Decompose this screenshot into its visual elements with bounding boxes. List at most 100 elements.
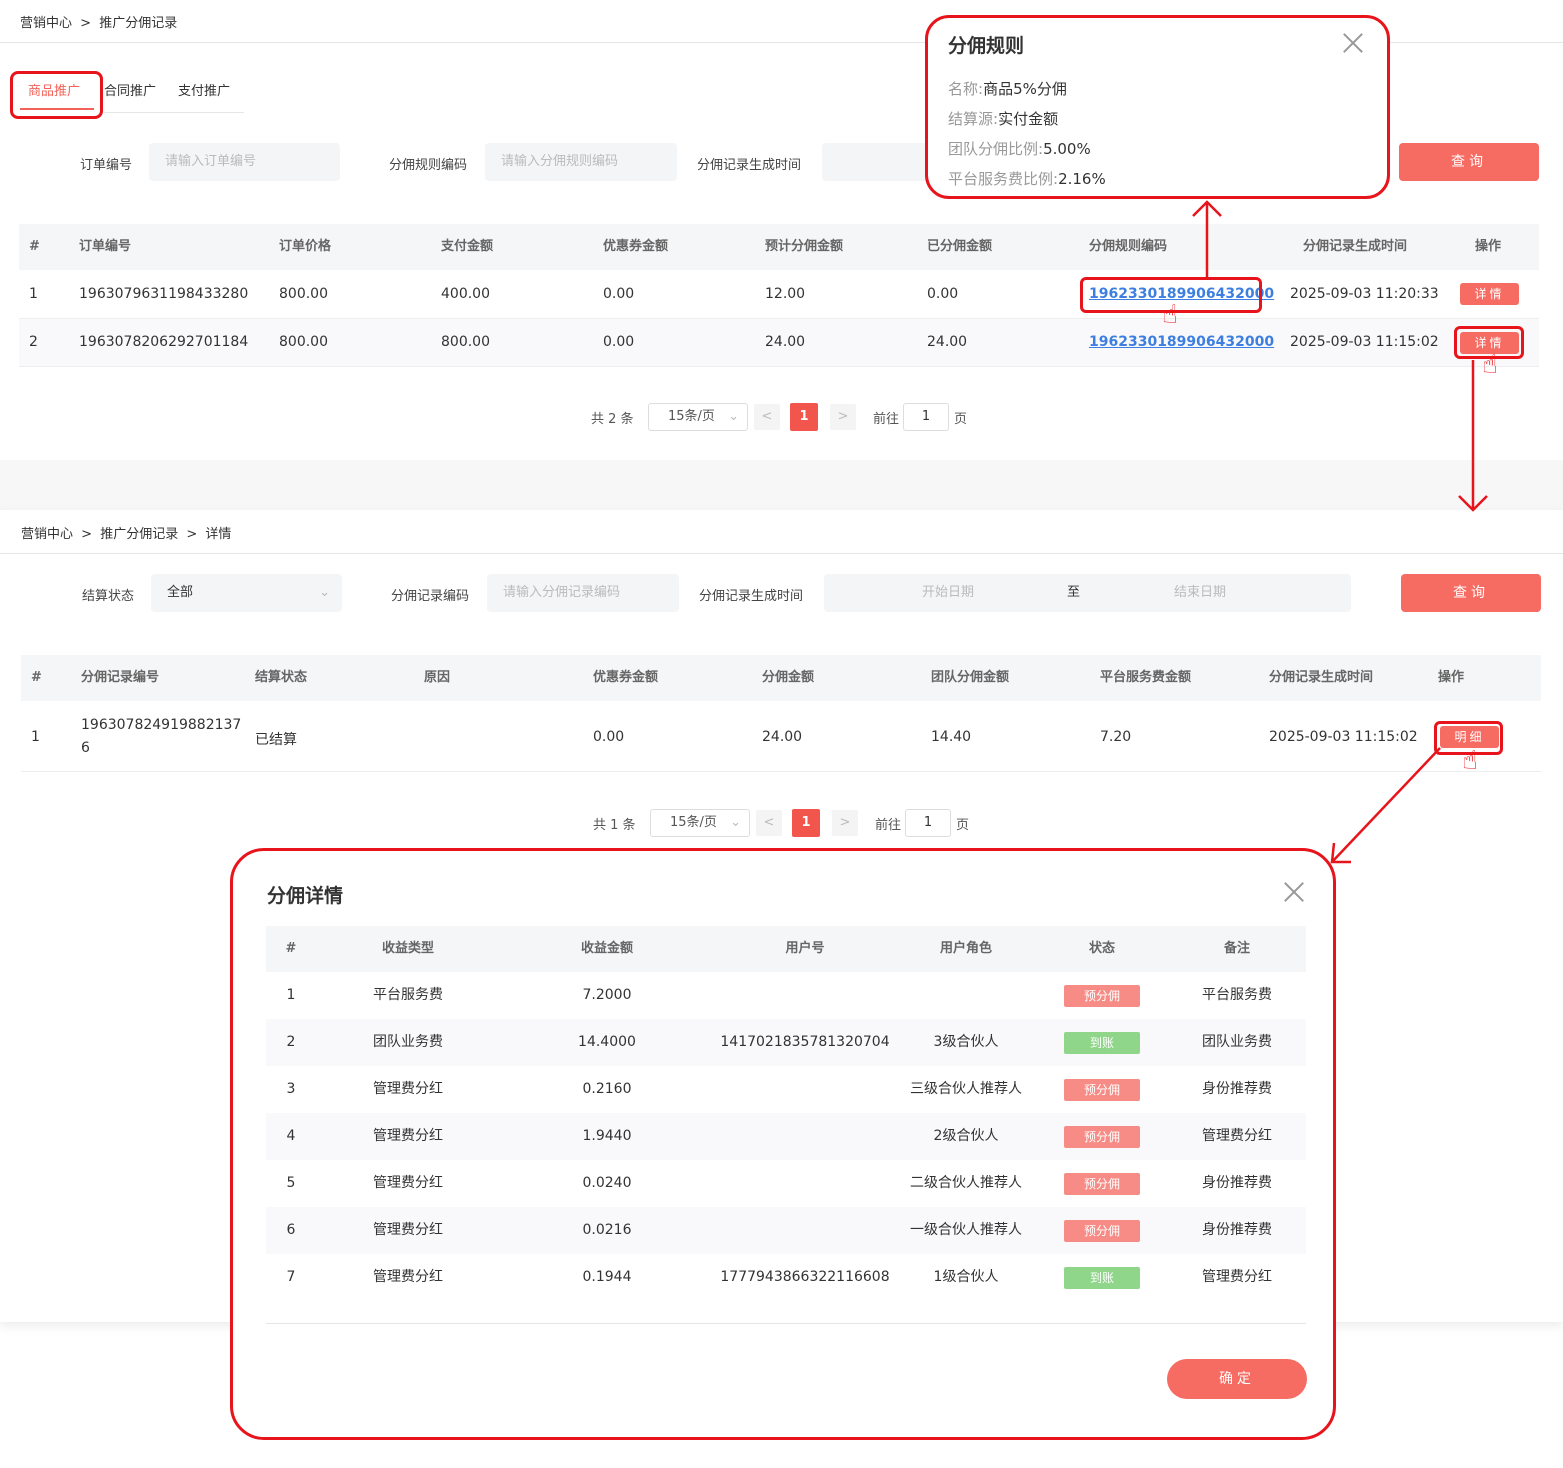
cell-paid-amount: 400.00 — [441, 286, 490, 302]
pointer-hand-icon: ☝ — [1162, 300, 1178, 330]
col-status: 状态 — [1088, 941, 1115, 956]
cell-index: 4 — [286, 1128, 296, 1144]
cell-team: 14.40 — [931, 729, 972, 745]
time-range-input[interactable] — [822, 143, 932, 181]
order-no-label: 订单编号 — [80, 158, 133, 173]
date-range-input[interactable]: 开始日期 至 结束日期 — [824, 574, 1351, 612]
detail-button[interactable]: 详情 — [1460, 283, 1519, 305]
col-coupon-amount: 优惠券金额 — [603, 239, 669, 254]
cell-index: 3 — [286, 1081, 296, 1097]
cell-platform: 7.20 — [1100, 729, 1132, 745]
breadcrumb-marketing[interactable]: 营销中心 — [20, 16, 72, 31]
rule-popover-title: 分佣规则 — [948, 35, 1025, 57]
tab-payment-promotion[interactable]: 支付推广 — [178, 80, 230, 99]
modal-table-row: 2 团队业务费 14.4000 1417021835781320704 3级合伙人 团队业… — [266, 1019, 1306, 1066]
cell-user-role: 1级合伙人 — [933, 1269, 999, 1285]
rule-code-input[interactable]: 请输入分佣规则编码 — [485, 143, 677, 181]
pointer-hand-icon: ☝ — [1482, 350, 1498, 380]
confirm-button[interactable]: 确定 — [1167, 1359, 1307, 1399]
modal-table-row: 1 平台服务费 7.2000 平台服务费 预分佣 — [266, 972, 1306, 1019]
close-icon[interactable] — [1342, 32, 1364, 54]
col-actions: 操作 — [1438, 670, 1465, 685]
current-page-button[interactable]: 1 — [792, 809, 820, 837]
rule-source-value: 实付金额 — [998, 110, 1059, 128]
status-badge: 预分佣 — [1064, 1220, 1140, 1242]
end-date-input[interactable]: 结束日期 — [1174, 574, 1226, 612]
status-select-value: 全部 — [167, 585, 194, 600]
breadcrumb-detail: 详情 — [205, 527, 232, 542]
rule-platform-label: 平台服务费比例: — [948, 170, 1059, 188]
cell-created-time: 2025-09-03 11:15:02 — [1269, 729, 1418, 745]
pointer-hand-icon: ☝ — [1462, 746, 1478, 776]
col-rule-code: 分佣规则编码 — [1089, 239, 1168, 254]
commission-detail-modal: 分佣详情 # 收益类型 收益金额 用户号 用户角色 状态 备注 1 平台服务费 7.… — [230, 848, 1336, 1440]
tab-product-promotion[interactable]: 商品推广 — [28, 80, 80, 99]
current-page-button[interactable]: 1 — [790, 403, 818, 431]
status-badge: 预分佣 — [1064, 1173, 1140, 1195]
start-date-input[interactable]: 开始日期 — [922, 574, 974, 612]
cell-note: 身份推荐费 — [1202, 1081, 1272, 1097]
rule-name-row: 名称:商品5%分佣 — [948, 78, 1067, 99]
rule-name-value: 商品5%分佣 — [983, 80, 1067, 98]
modal-table-row: 5 管理费分红 0.0240 二级合伙人推荐人 身份推荐费 预分佣 — [266, 1160, 1306, 1207]
goto-label: 前往 — [873, 412, 900, 427]
cell-index: 1 — [286, 987, 296, 1003]
page-size-value: 15条/页 — [668, 409, 715, 424]
breadcrumb-marketing[interactable]: 营销中心 — [21, 527, 73, 542]
record-code-input[interactable]: 请输入分佣记录编码 — [487, 574, 679, 612]
query-button[interactable]: 查询 — [1399, 143, 1539, 181]
rule-popover: 分佣规则 名称:商品5%分佣 结算源:实付金额 团队分佣比例:5.00% 平台服… — [925, 15, 1390, 199]
status-badge: 预分佣 — [1064, 1126, 1140, 1148]
cell-index: 2 — [286, 1034, 296, 1050]
next-page-button[interactable]: > — [832, 810, 858, 836]
order-no-input[interactable]: 请输入订单编号 — [149, 143, 340, 181]
time-label: 分佣记录生成时间 — [699, 589, 804, 604]
cell-paid-amount: 800.00 — [441, 334, 490, 350]
cell-income-type: 管理费分红 — [373, 1222, 443, 1238]
cell-user-role: 二级合伙人推荐人 — [910, 1175, 1022, 1191]
cell-index: 6 — [286, 1222, 296, 1238]
cell-created-time: 2025-09-03 11:20:33 — [1290, 286, 1439, 302]
cell-note: 管理费分红 — [1202, 1269, 1272, 1285]
cell-note: 平台服务费 — [1202, 987, 1272, 1003]
table-row: 1 196307824919882137 6 已结算 0.00 24.00 14… — [21, 701, 1541, 772]
chevron-down-icon: ⌄ — [728, 409, 739, 424]
status-select[interactable]: 全部 ⌄ — [151, 574, 342, 612]
rule-source-row: 结算源:实付金额 — [948, 108, 1058, 129]
cell-index: 2 — [29, 334, 38, 350]
tabs-divider — [104, 112, 244, 113]
col-created-time: 分佣记录生成时间 — [1303, 239, 1408, 254]
page-suffix: 页 — [956, 818, 970, 833]
breadcrumb-commission-records[interactable]: 推广分佣记录 — [99, 16, 177, 31]
cell-expected: 12.00 — [765, 286, 806, 302]
breadcrumb-commission-records[interactable]: 推广分佣记录 — [100, 527, 178, 542]
cell-income-amount: 0.1944 — [582, 1269, 632, 1285]
page-size-select[interactable]: 15条/页 ⌄ — [650, 809, 750, 837]
goto-page-input[interactable]: 1 — [905, 809, 951, 837]
close-icon[interactable] — [1283, 881, 1305, 903]
goto-label: 前往 — [875, 818, 902, 833]
col-index: # — [29, 239, 40, 254]
rule-code-link[interactable]: 1962330189906432000 — [1089, 334, 1274, 350]
next-page-button[interactable]: > — [830, 404, 856, 430]
goto-page-input[interactable]: 1 — [903, 403, 949, 431]
col-index: # — [285, 941, 297, 956]
col-coupon-amount: 优惠券金额 — [593, 670, 659, 685]
panel-gap — [0, 460, 1563, 510]
table-row: 2 1963078206292701184 800.00 800.00 0.00… — [19, 319, 1539, 367]
cell-index: 7 — [286, 1269, 296, 1285]
prev-page-button[interactable]: < — [754, 404, 780, 430]
cell-record-no: 196307824919882137 — [81, 717, 242, 733]
cell-paid-commission: 0.00 — [927, 286, 959, 302]
tab-contract-promotion[interactable]: 合同推广 — [104, 80, 156, 99]
cell-paid-commission: 24.00 — [927, 334, 968, 350]
table-header: # 订单编号 订单价格 支付金额 优惠券金额 预计分佣金额 已分佣金额 分佣规则… — [19, 224, 1539, 270]
query-button[interactable]: 查询 — [1401, 574, 1541, 612]
col-note: 备注 — [1223, 941, 1250, 956]
date-range-separator: 至 — [1067, 585, 1081, 600]
status-badge: 预分佣 — [1064, 985, 1140, 1007]
page-size-select[interactable]: 15条/页 ⌄ — [648, 403, 748, 431]
cell-income-type: 管理费分红 — [373, 1128, 443, 1144]
prev-page-button[interactable]: < — [756, 810, 782, 836]
cell-user-role: 2级合伙人 — [933, 1128, 999, 1144]
